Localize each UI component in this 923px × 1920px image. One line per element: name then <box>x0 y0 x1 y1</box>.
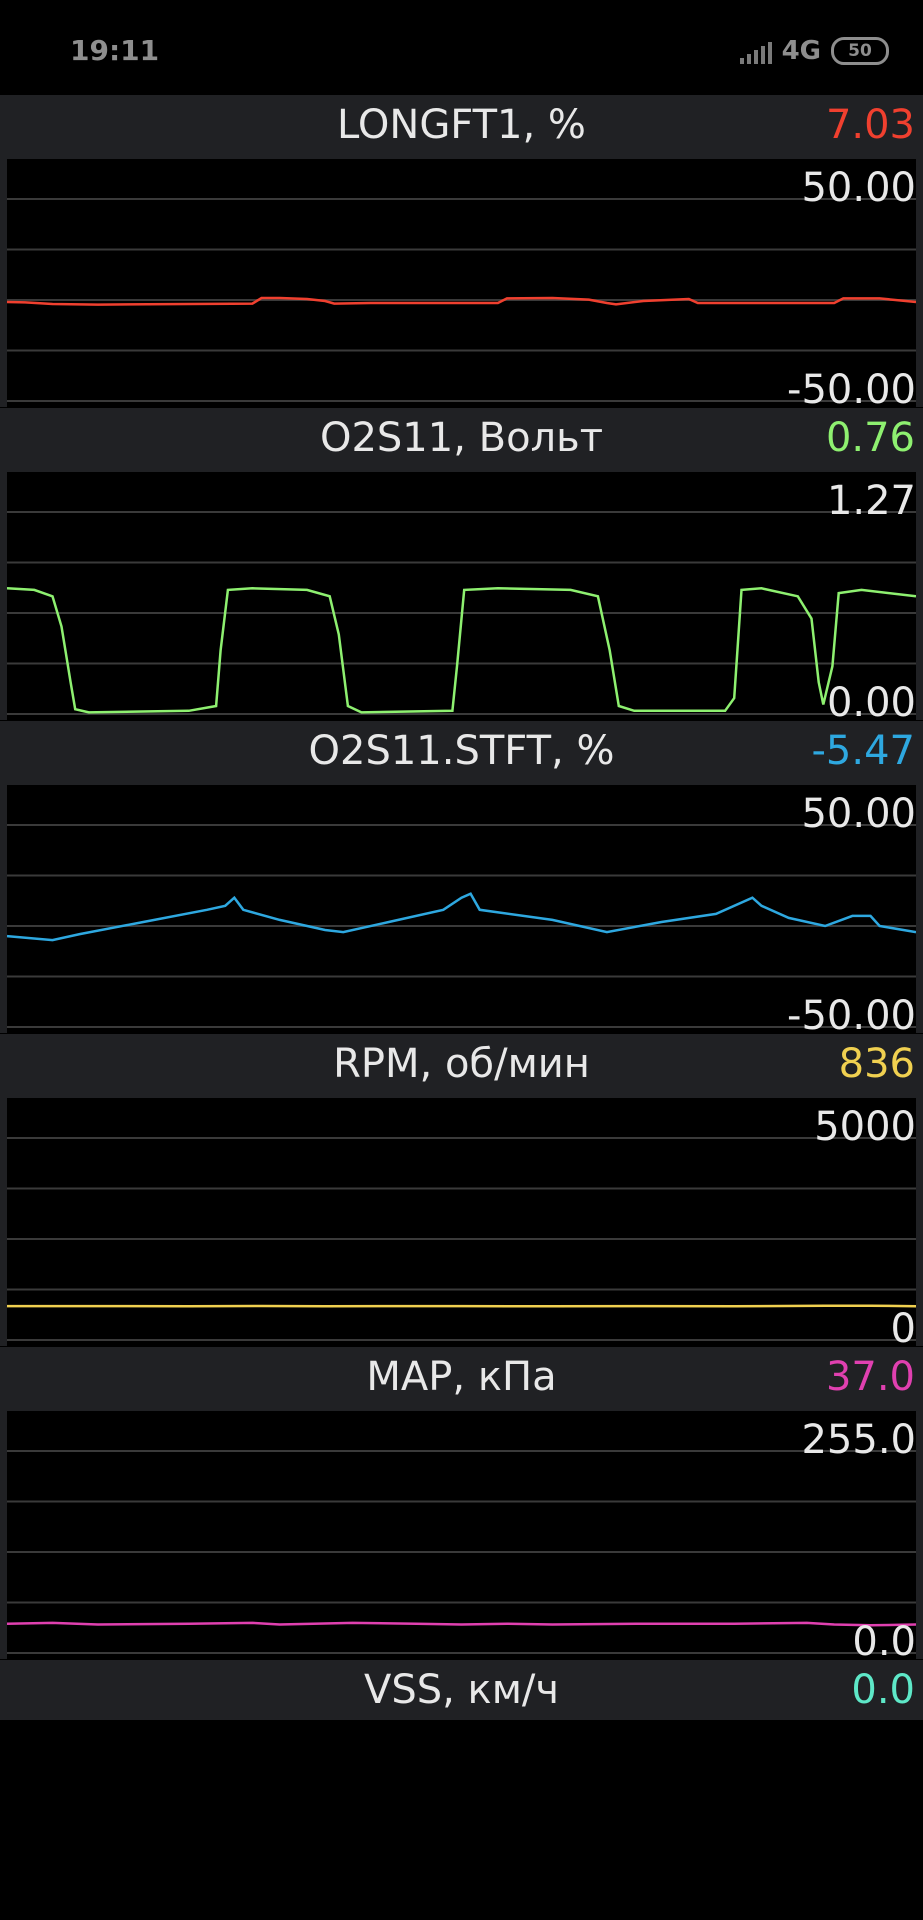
panel-title: MAP, кПа <box>366 1354 557 1400</box>
panel-max-label: 255.0 <box>801 1417 916 1463</box>
gauge-panel-rpm[interactable]: RPM, об/мин 836 5000 0 <box>0 1034 923 1352</box>
series-line <box>7 1304 916 1308</box>
panel-min-label: 0.00 <box>826 680 916 726</box>
gauge-panel-longft1[interactable]: LONGFT1, % 7.03 50.00 -50.00 <box>0 95 923 413</box>
gauge-panel-vss[interactable]: VSS, км/ч 0.0 <box>0 1660 923 1720</box>
panel-header: LONGFT1, % 7.03 <box>0 95 923 155</box>
graph-svg <box>7 198 916 402</box>
panel-title: RPM, об/мин <box>333 1041 590 1087</box>
status-bar: 19:11 4G 50 <box>0 0 923 92</box>
panel-value: 7.03 <box>825 102 915 148</box>
panel-title: O2S11.STFT, % <box>308 728 615 774</box>
panel-value: 0.76 <box>825 415 915 461</box>
panel-graph: 255.0 0.0 <box>7 1411 916 1665</box>
panel-min-label: -50.00 <box>787 367 916 413</box>
signal-icon <box>739 38 772 64</box>
panel-min-label: -50.00 <box>787 993 916 1039</box>
panel-min-label: 0.0 <box>852 1619 916 1665</box>
series-line <box>7 587 916 714</box>
panel-value: 836 <box>838 1041 915 1087</box>
graph-svg <box>7 1137 916 1341</box>
network-type: 4G <box>781 36 821 66</box>
panel-max-label: 50.00 <box>801 165 916 211</box>
panel-value: -5.47 <box>811 728 916 774</box>
gauge-panel-o2s11[interactable]: O2S11, Вольт 0.76 1.27 0.00 <box>0 408 923 726</box>
status-icons: 4G 50 <box>739 36 889 66</box>
panel-max-label: 50.00 <box>801 791 916 837</box>
graph-svg <box>7 511 916 715</box>
panel-header: O2S11.STFT, % -5.47 <box>0 721 923 781</box>
panel-header: O2S11, Вольт 0.76 <box>0 408 923 468</box>
gauge-panel-map[interactable]: MAP, кПа 37.0 255.0 0.0 <box>0 1347 923 1665</box>
series-line <box>7 1621 916 1627</box>
battery-icon: 50 <box>831 37 889 65</box>
panel-min-label: 0 <box>890 1306 916 1352</box>
graph-svg <box>7 824 916 1028</box>
panel-max-label: 5000 <box>814 1104 916 1150</box>
series-line <box>7 892 916 942</box>
panel-graph: 50.00 -50.00 <box>7 785 916 1039</box>
panel-title: O2S11, Вольт <box>319 415 603 461</box>
battery-level: 50 <box>848 41 872 61</box>
panel-graph: 5000 0 <box>7 1098 916 1352</box>
series-line <box>7 296 916 306</box>
panel-header: RPM, об/мин 836 <box>0 1034 923 1094</box>
panel-header: MAP, кПа 37.0 <box>0 1347 923 1407</box>
panel-max-label: 1.27 <box>826 478 916 524</box>
panel-title: VSS, км/ч <box>363 1667 560 1713</box>
panel-title: LONGFT1, % <box>337 102 586 148</box>
panel-graph: 50.00 -50.00 <box>7 159 916 413</box>
panel-value: 0.0 <box>851 1667 915 1713</box>
status-time: 19:11 <box>70 34 160 67</box>
gauge-panel-o2s11-stft[interactable]: O2S11.STFT, % -5.47 50.00 -50.00 <box>0 721 923 1039</box>
panel-value: 37.0 <box>825 1354 915 1400</box>
panel-graph: 1.27 0.00 <box>7 472 916 726</box>
graph-svg <box>7 1450 916 1654</box>
panel-header: VSS, км/ч 0.0 <box>0 1660 923 1720</box>
